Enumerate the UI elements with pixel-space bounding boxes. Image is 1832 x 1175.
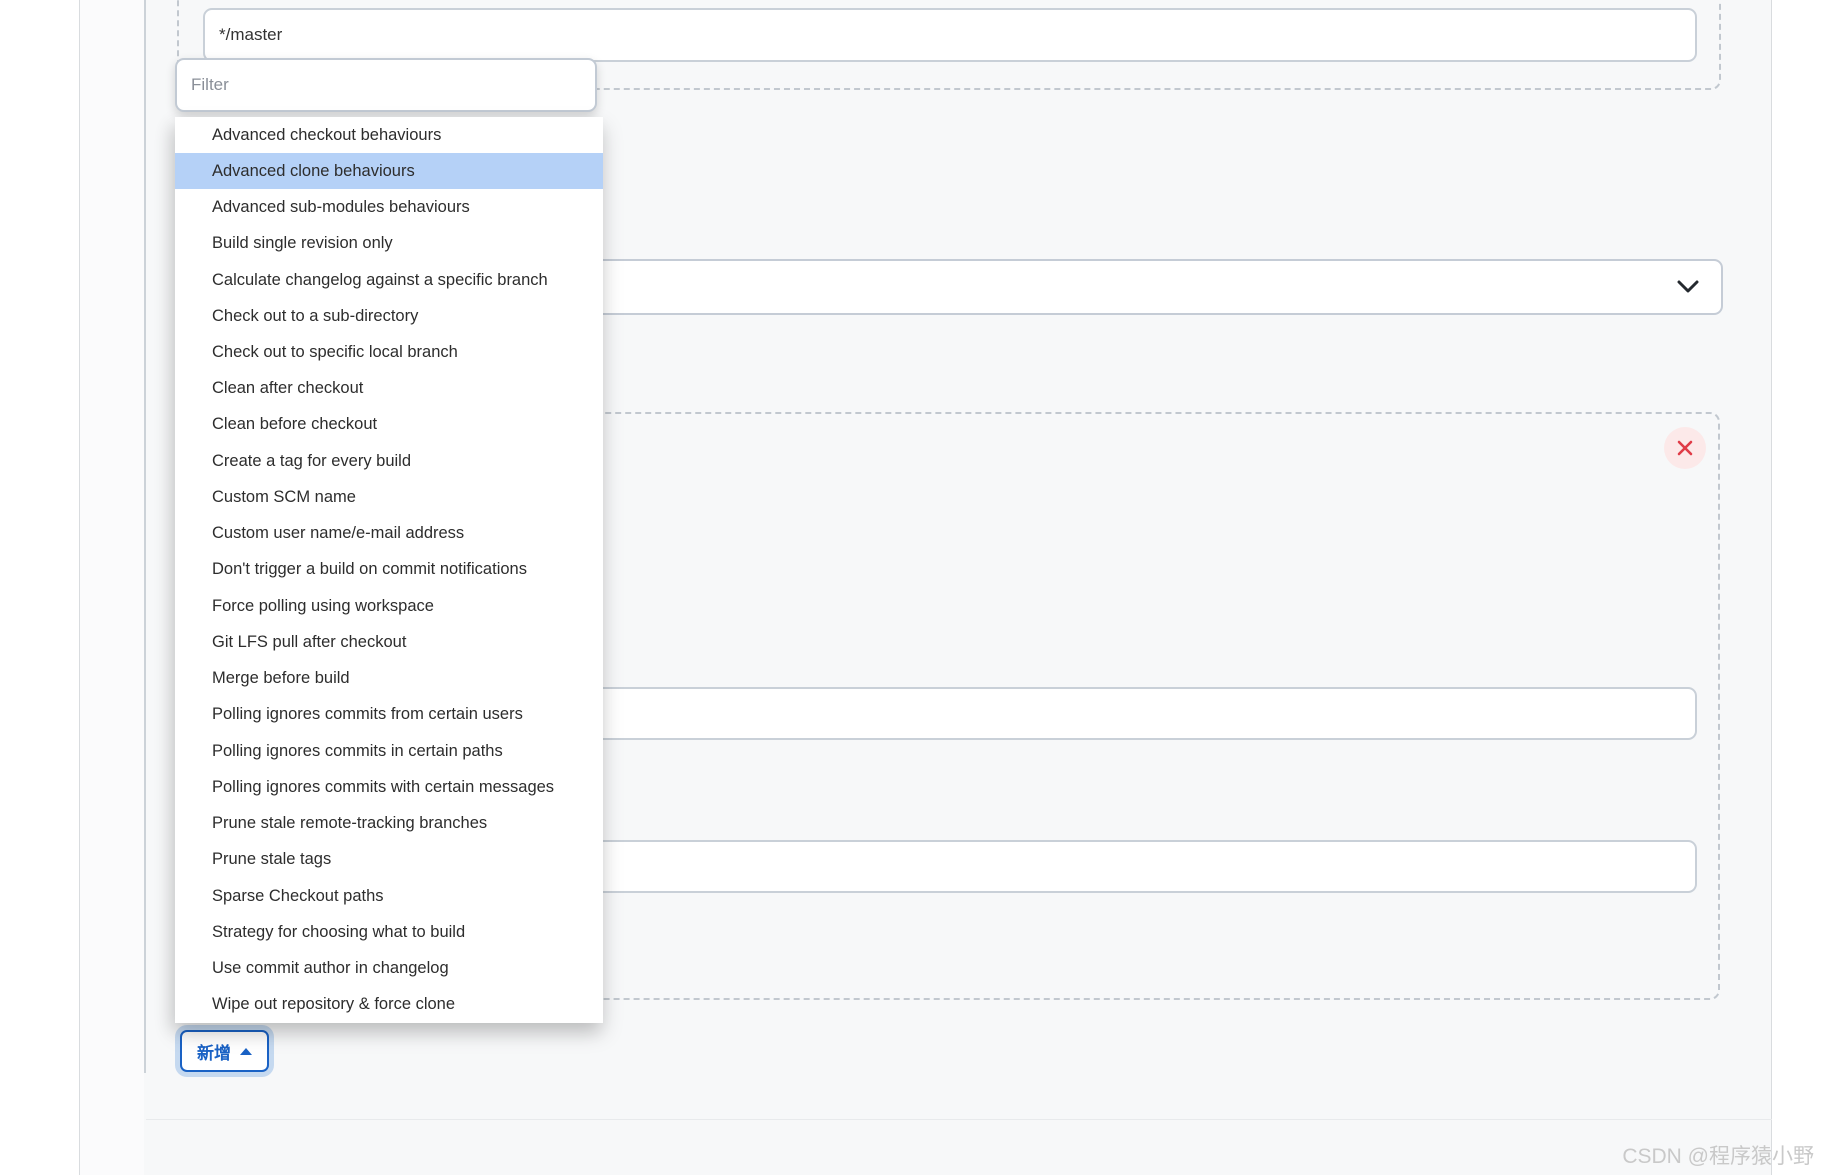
menu-item[interactable]: Merge before build	[175, 661, 603, 697]
menu-item[interactable]: Calculate changelog against a specific b…	[175, 262, 603, 298]
menu-item[interactable]: Advanced sub-modules behaviours	[175, 189, 603, 225]
add-button[interactable]: 新增	[180, 1030, 269, 1072]
menu-item[interactable]: Force polling using workspace	[175, 588, 603, 624]
panel-border-right	[1771, 0, 1772, 1175]
menu-item[interactable]: Check out to a sub-directory	[175, 298, 603, 334]
menu-item[interactable]: Custom SCM name	[175, 479, 603, 515]
menu-item[interactable]: Advanced clone behaviours	[175, 153, 603, 190]
menu-item[interactable]: Strategy for choosing what to build	[175, 914, 603, 950]
menu-item[interactable]: Wipe out repository & force clone	[175, 987, 603, 1023]
menu-item[interactable]: Advanced checkout behaviours	[175, 117, 603, 153]
watermark: CSDN @程序猿小野	[1622, 1145, 1814, 1168]
jenkins-config-page: Advanced checkout behavioursAdvanced clo…	[0, 0, 1832, 1175]
remove-behaviour-button[interactable]	[1664, 427, 1706, 469]
menu-item[interactable]: Build single revision only	[175, 226, 603, 262]
menu-item[interactable]: Create a tag for every build	[175, 443, 603, 479]
menu-item[interactable]: Polling ignores commits from certain use…	[175, 697, 603, 733]
behaviours-menu: Advanced checkout behaviours Advanced clo…	[175, 117, 603, 1023]
close-icon	[1676, 439, 1694, 457]
menu-item[interactable]: Clean before checkout	[175, 407, 603, 443]
filter-input[interactable]	[175, 58, 597, 112]
panel-border-left	[79, 0, 80, 1175]
menu-item[interactable]: Don't trigger a build on commit notifica…	[175, 552, 603, 588]
branch-specifier-input[interactable]	[203, 8, 1697, 62]
caret-up-icon	[240, 1047, 252, 1055]
menu-item[interactable]: Prune stale remote-tracking branches	[175, 805, 603, 841]
menu-item[interactable]: Sparse Checkout paths	[175, 878, 603, 914]
section-divider	[146, 1119, 1772, 1120]
menu-item[interactable]: Prune stale tags	[175, 842, 603, 878]
section-border-left	[144, 0, 146, 1073]
left-gutter	[80, 0, 144, 1175]
menu-item[interactable]: Custom user name/e-mail address	[175, 516, 603, 552]
menu-item[interactable]: Polling ignores commits in certain paths	[175, 733, 603, 769]
menu-item[interactable]: Polling ignores commits with certain mes…	[175, 769, 603, 805]
menu-item[interactable]: Git LFS pull after checkout	[175, 624, 603, 660]
menu-item[interactable]: Clean after checkout	[175, 371, 603, 407]
add-button-label: 新增	[197, 1043, 231, 1063]
menu-item[interactable]: Use commit author in changelog	[175, 950, 603, 986]
menu-item[interactable]: Check out to specific local branch	[175, 334, 603, 370]
chevron-down-icon	[1677, 280, 1699, 294]
